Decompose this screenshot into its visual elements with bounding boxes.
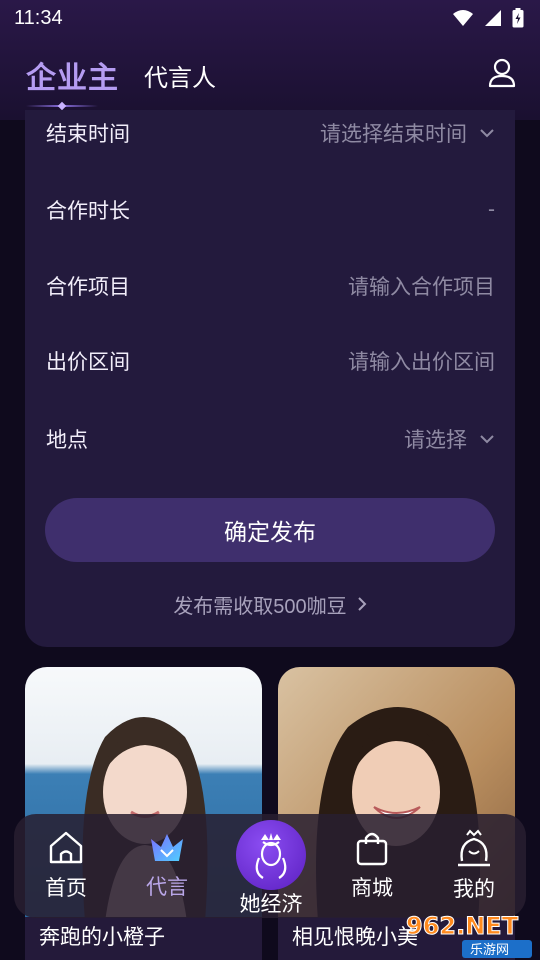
- status-bar: 11:34: [0, 0, 540, 36]
- nav-label: 我的: [453, 878, 495, 901]
- publish-form: 结束时间 请选择结束时间 合作时长 - 合作项目 请输入合作项目 出价区间 请输…: [25, 110, 515, 647]
- confirm-publish-button[interactable]: 确定发布: [45, 498, 495, 562]
- project-input[interactable]: 请输入合作项目: [348, 271, 495, 301]
- location-select[interactable]: 请选择: [404, 424, 495, 454]
- form-row-price-range[interactable]: 出价区间 请输入出价区间: [25, 336, 515, 386]
- form-value: 请选择结束时间: [320, 123, 467, 146]
- nav-mall[interactable]: 商城: [327, 814, 417, 918]
- queen-icon: [255, 833, 287, 879]
- header: 企业主 代言人: [0, 40, 540, 111]
- shopping-bag-icon: [356, 832, 388, 866]
- nav-label: 商城: [351, 877, 393, 900]
- form-label: 结束时间: [46, 123, 130, 146]
- form-value: 请选择: [404, 429, 467, 452]
- user-icon[interactable]: [488, 58, 516, 88]
- form-row-location[interactable]: 地点 请选择: [25, 414, 515, 464]
- chevron-down-icon: [480, 435, 494, 444]
- logo-text: 企业主: [26, 62, 119, 95]
- wifi-icon: [453, 10, 473, 26]
- form-row-duration: 合作时长 -: [25, 185, 515, 235]
- card-name: 奔跑的小橙子: [39, 926, 165, 949]
- app-logo: 企业主: [26, 53, 126, 111]
- status-icons: [452, 8, 524, 28]
- form-row-end-time[interactable]: 结束时间 请选择结束时间: [25, 108, 515, 158]
- nav-label: 代言: [146, 876, 188, 899]
- svg-text:乐游网: 乐游网: [470, 943, 509, 958]
- home-icon: [49, 831, 83, 864]
- duration-value: -: [488, 198, 495, 221]
- form-label: 地点: [46, 429, 88, 452]
- nav-her-economy[interactable]: [236, 820, 306, 890]
- fee-note-text: 发布需收取500咖豆: [173, 595, 347, 618]
- nav-endorse[interactable]: 代言: [122, 814, 212, 918]
- form-row-project[interactable]: 合作项目 请输入合作项目: [25, 261, 515, 311]
- battery-icon: [512, 8, 524, 28]
- chevron-right-icon: [357, 597, 367, 611]
- site-watermark: 962.NET 乐游网: [406, 912, 532, 958]
- status-time: 11:34: [14, 6, 63, 29]
- nav-label: 首页: [45, 877, 87, 900]
- fee-note-link[interactable]: 发布需收取500咖豆: [25, 586, 515, 622]
- profile-icon: [458, 829, 490, 867]
- nav-home[interactable]: 首页: [21, 814, 111, 918]
- nav-mine[interactable]: 我的: [429, 814, 519, 918]
- end-time-select[interactable]: 请选择结束时间: [320, 118, 495, 148]
- tab-spokesperson[interactable]: 代言人: [144, 58, 216, 93]
- svg-text:962.NET: 962.NET: [406, 912, 519, 940]
- price-range-input[interactable]: 请输入出价区间: [348, 346, 495, 376]
- signal-icon: [485, 10, 501, 26]
- crown-icon: [151, 834, 183, 861]
- form-label: 出价区间: [46, 351, 130, 374]
- nav-label: 她经济: [239, 893, 303, 916]
- form-label: 合作时长: [46, 200, 130, 223]
- bottom-navigation: 首页 代言 她经济 商城 我的: [14, 814, 526, 918]
- chevron-down-icon: [480, 129, 494, 138]
- form-label: 合作项目: [46, 276, 130, 299]
